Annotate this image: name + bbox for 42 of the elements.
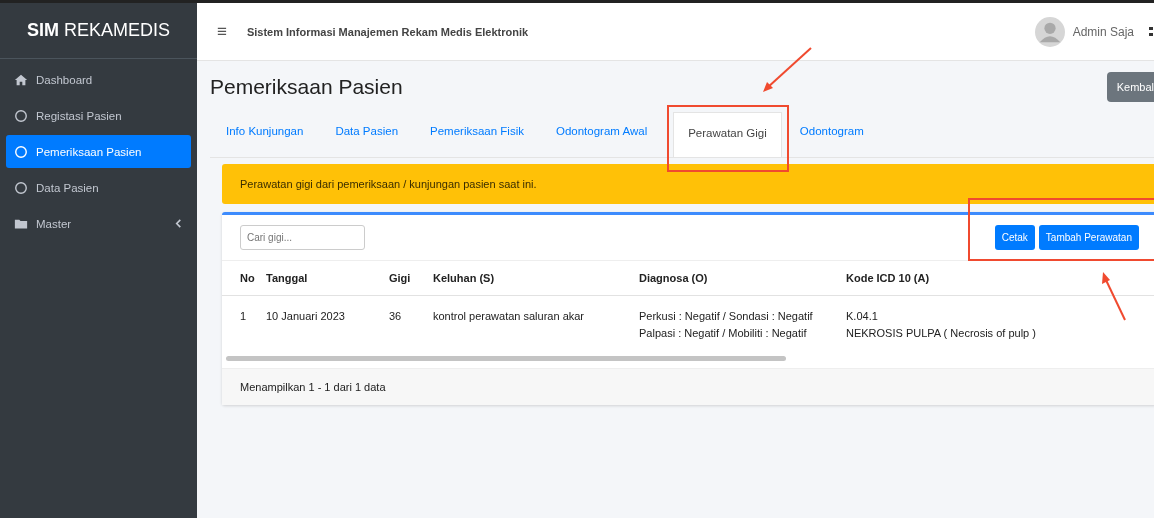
icd-text: K.04.1 [846,309,879,324]
app-title: Sistem Informasi Manajemen Rekam Medis Elektronik [246,25,529,38]
tab[interactable]: Odontogram Awal [540,109,664,157]
sidebar-item[interactable]: Registasi Pasien [6,99,191,132]
diagnosis-text: Perkusi : Negatif / Sondasi : Negatif [639,309,814,324]
page-title: Pemeriksaan Pasien [210,75,404,99]
home-icon [14,72,28,87]
table-cell: 36 [381,295,425,355]
table-cell: 1 [222,295,258,355]
menu-icon[interactable]: ≡ [217,21,227,42]
search-field[interactable]: Cari gigi... [240,225,365,250]
column-header: Keluhan (S) [425,261,631,296]
tab[interactable]: Perawatan Gigi [673,112,782,157]
icd-text: NEKROSIS PULPA ( Necrosis of pulp ) [846,326,1037,342]
sidebar-item[interactable]: Dashboard [6,63,191,96]
column-header: No [222,261,258,296]
sidebar-item[interactable]: Pemeriksaan Pasien [6,135,191,168]
scrollbar-thumb[interactable] [226,356,786,362]
annotation-arrow [761,46,813,94]
circle-icon [14,144,28,159]
tab[interactable]: Data Pasien [319,109,415,157]
back-button[interactable]: Kembal [1106,72,1154,102]
tab[interactable]: Odontogram [793,109,880,157]
column-header: Gigi [381,261,425,296]
column-header: Tanggal [258,261,381,296]
avatar-icon[interactable] [1034,16,1065,47]
action-button[interactable]: Cetak [994,225,1035,250]
circle-icon [14,108,28,123]
circle-icon [14,180,28,195]
tab[interactable]: Pemeriksaan Fisik [414,109,540,157]
sidebar-item[interactable]: Data Pasien [6,171,191,204]
table-cell: kontrol perawatan saluran akar [425,295,631,355]
table-cell: 10 Januari 2023 [258,295,381,355]
table-footer: Menampilkan 1 - 1 dari 1 data [222,368,1154,406]
sidebar-item[interactable]: Master [6,207,191,240]
action-button[interactable]: Tambah Perawatan [1038,225,1139,250]
diagnosis-text: Palpasi : Negatif / Mobiliti : Negatif [639,326,808,342]
info-alert: Perawatan gigi dari pemeriksaan / kunjungan pasien saat ini. [222,164,1154,204]
user-name[interactable]: Admin Saja [1072,24,1134,39]
column-header: Diagnosa (O) [631,261,838,296]
tab[interactable]: Info Kunjungan [210,109,320,157]
annotation-arrow [1100,270,1128,322]
